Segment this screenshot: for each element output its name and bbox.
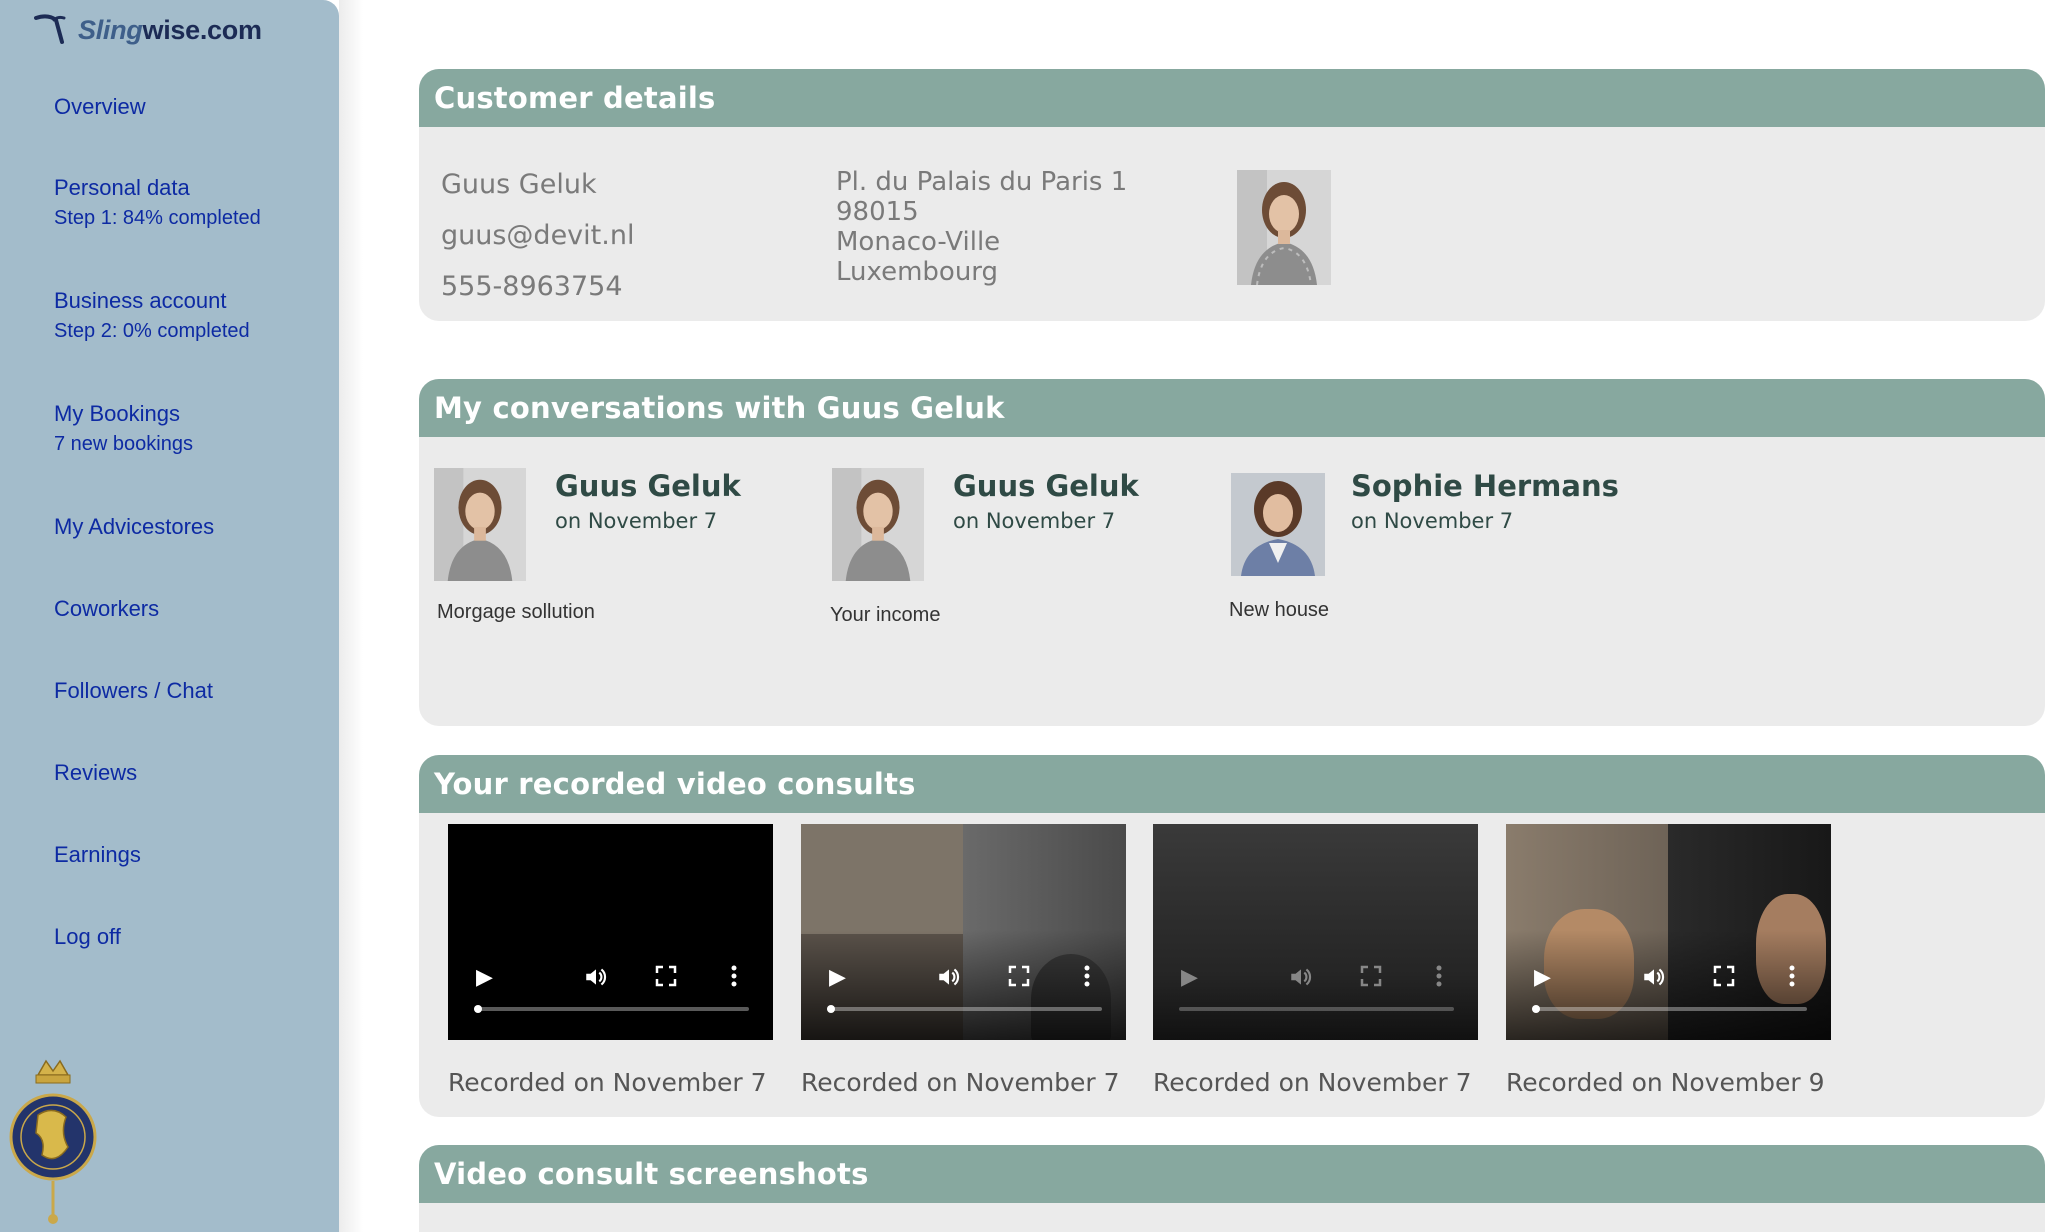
video-progress-bar[interactable] [474,1005,749,1013]
logo-sling: Sling [78,14,143,45]
video-consults-panel: Your recorded video consults ▶ Recorded … [419,755,2045,1117]
sidebar-item-label: Personal data [54,175,190,200]
sidebar-item-my-bookings[interactable]: My Bookings 7 new bookings [54,401,193,456]
sling-logo-icon [34,14,66,44]
play-icon[interactable]: ▶ [1534,964,1551,990]
conversation-name: Sophie Hermans [1351,469,1619,503]
sidebar-item-label: Earnings [54,842,141,867]
sidebar-item-status: Step 2: 0% completed [54,320,250,342]
sidebar-item-business-account[interactable]: Business account Step 2: 0% completed [54,288,250,343]
play-icon[interactable]: ▶ [829,964,846,990]
screenshots-header: Video consult screenshots [419,1145,2045,1203]
video-player[interactable]: ▶ [1506,824,1831,1040]
video-caption: Recorded on November 7 [1153,1068,1472,1097]
conversation-name: Guus Geluk [555,469,741,503]
volume-icon[interactable] [1641,964,1667,990]
customer-phone: 555-8963754 [441,271,623,302]
logo-rest: wise.com [142,14,262,45]
sidebar-shadow [339,0,363,1232]
customer-email: guus@devit.nl [441,220,635,251]
sidebar-item-label: Coworkers [54,596,160,621]
sidebar-item-label: Overview [54,94,146,119]
volume-icon[interactable] [1288,964,1314,990]
screenshots-panel: Video consult screenshots [419,1145,2045,1232]
sidebar-item-personal-data[interactable]: Personal data Step 1: 84% completed [54,175,261,230]
video-progress-knob[interactable] [474,1005,482,1013]
fullscreen-icon[interactable] [1359,964,1383,988]
video-progress-bar[interactable] [1532,1005,1807,1013]
conversation-avatar [1231,473,1325,576]
sidebar-item-coworkers[interactable]: Coworkers [54,596,159,622]
customer-name: Guus Geluk [441,169,597,200]
more-vertical-icon[interactable] [724,964,744,988]
conversation-date: on November 7 [1351,509,1514,533]
royal-crest-icon [9,1059,97,1224]
logo[interactable]: Slingwise.com [34,12,262,48]
video-caption: Recorded on November 7 [448,1068,767,1097]
play-icon[interactable]: ▶ [476,964,493,990]
video-caption: Recorded on November 7 [801,1068,1120,1097]
conversation-subject: New house [1229,599,1330,621]
customer-details-header: Customer details [419,69,2045,127]
sidebar: Slingwise.com Overview Personal data Ste… [0,0,339,1232]
address-country: Luxembourg [836,257,999,287]
sidebar-item-label: My Bookings [54,401,180,426]
more-vertical-icon[interactable] [1077,964,1097,988]
video-player[interactable]: ▶ [448,824,773,1040]
conversation-date: on November 7 [555,509,718,533]
fullscreen-icon[interactable] [1007,964,1031,988]
customer-address: Pl. du Palais du Paris 1 98015 Monaco-Vi… [836,167,1127,287]
conversations-panel: My conversations with Guus Geluk Guus Ge… [419,379,2045,726]
sidebar-item-status: Step 1: 84% completed [54,207,261,229]
video-player[interactable]: ▶ [801,824,1126,1040]
conversation-avatar [832,468,924,581]
sidebar-item-reviews[interactable]: Reviews [54,760,137,786]
sidebar-item-label: Business account [54,288,227,313]
address-postcode: 98015 [836,197,919,227]
fullscreen-icon[interactable] [1712,964,1736,988]
volume-icon[interactable] [936,964,962,990]
conversations-header: My conversations with Guus Geluk [419,379,2045,437]
sidebar-item-label: My Advicestores [54,514,215,539]
sidebar-item-log-off[interactable]: Log off [54,924,121,950]
conversation-subject: Morgage sollution [437,601,595,623]
conversation-avatar [434,468,526,581]
more-vertical-icon[interactable] [1429,964,1449,988]
video-player[interactable]: ▶ [1153,824,1478,1040]
video-progress-knob[interactable] [1532,1005,1540,1013]
sidebar-item-earnings[interactable]: Earnings [54,842,141,868]
customer-details-panel: Customer details Guus Geluk guus@devit.n… [419,69,2045,321]
sidebar-item-status: 7 new bookings [54,433,193,455]
sidebar-item-followers-chat[interactable]: Followers / Chat [54,678,213,704]
conversation-date: on November 7 [953,509,1116,533]
conversation-name: Guus Geluk [953,469,1139,503]
fullscreen-icon[interactable] [654,964,678,988]
address-street: Pl. du Palais du Paris 1 [836,167,1128,197]
play-icon[interactable]: ▶ [1181,964,1198,990]
sidebar-item-label: Log off [54,924,121,949]
customer-avatar [1237,170,1331,285]
sidebar-item-label: Followers / Chat [54,678,213,703]
video-progress-knob[interactable] [827,1005,835,1013]
sidebar-item-label: Reviews [54,760,138,785]
video-progress-bar[interactable] [827,1005,1102,1013]
video-caption: Recorded on November 9 [1506,1068,1825,1097]
conversation-subject: Your income [830,604,941,626]
video-consults-header: Your recorded video consults [419,755,2045,813]
more-vertical-icon[interactable] [1782,964,1802,988]
sidebar-item-my-advicestores[interactable]: My Advicestores [54,514,214,540]
video-progress-bar[interactable] [1179,1007,1454,1011]
volume-icon[interactable] [583,964,609,990]
address-city: Monaco-Ville [836,227,1001,257]
sidebar-item-overview[interactable]: Overview [54,94,146,120]
